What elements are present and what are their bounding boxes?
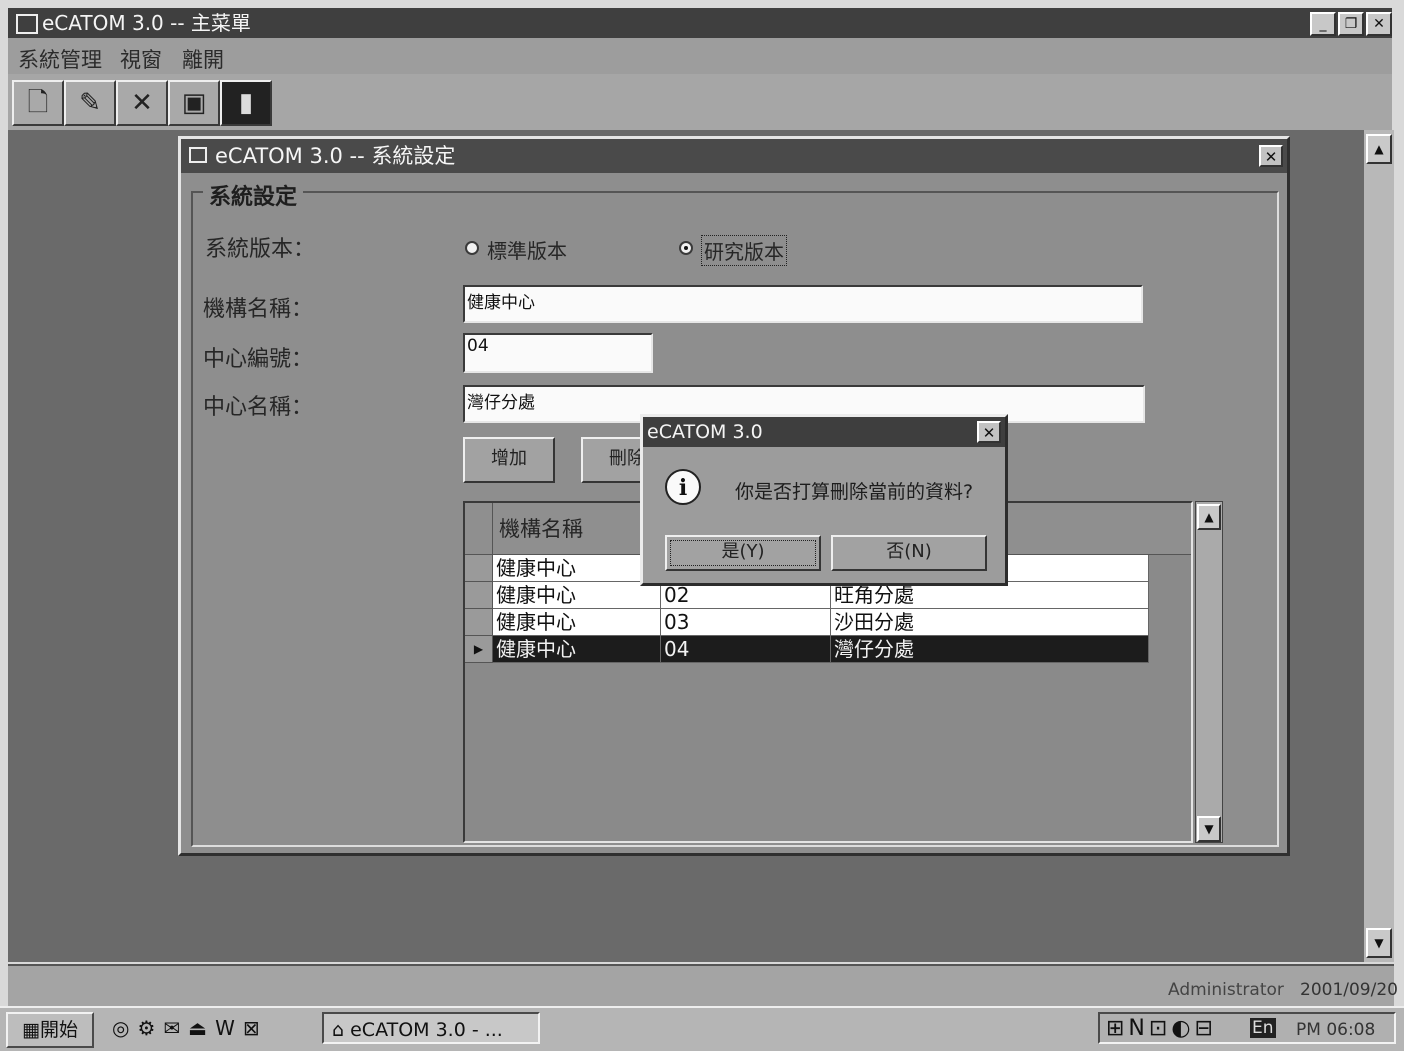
center-name-label: 中心名稱： (203, 395, 314, 420)
row-selector[interactable] (465, 555, 493, 582)
status-user: Administrator (1168, 980, 1284, 1000)
grid-cell-selected[interactable]: 04 (661, 636, 831, 663)
delete-icon[interactable]: ✕ (116, 80, 168, 126)
start-label: 開始 (39, 1019, 78, 1041)
main-title-bar[interactable]: eCATOM 3.0 -- 主菜單 _ ❐ ✕ (8, 8, 1392, 38)
language-indicator[interactable]: En (1250, 1018, 1276, 1038)
info-icon: i (665, 469, 701, 505)
browser-icon[interactable]: ◎ (112, 1016, 137, 1040)
minimize-button[interactable]: _ (1310, 12, 1336, 36)
taskbar: ▦開始 ◎⚙✉⏏W⊠ ⌂ eCATOM 3.0 - ... ⊞N⊡◐⊟ En P… (0, 1006, 1404, 1051)
version-label: 系統版本： (205, 237, 316, 262)
add-button[interactable]: 增加 (463, 437, 555, 483)
settings-close-icon[interactable]: ✕ (1259, 145, 1283, 167)
workspace-scrollbar[interactable]: ▲ ▼ (1364, 130, 1394, 962)
main-window-title: eCATOM 3.0 -- 主菜單 (42, 11, 251, 35)
app-task-icon: ⌂ (332, 1019, 345, 1041)
radio-standard-version[interactable] (465, 241, 479, 255)
system-tray: ⊞N⊡◐⊟ En PM 06:08 (1098, 1012, 1396, 1044)
grid-cell[interactable]: 健康中心 (493, 609, 661, 636)
settings-window-icon (189, 147, 207, 163)
menu-bar: 系統管理 視窗 離開 (8, 38, 1392, 74)
dialog-close-icon[interactable]: ✕ (977, 421, 1001, 443)
grid-cell[interactable]: 健康中心 (493, 582, 661, 609)
grid-header-org-name: 機構名稱 (499, 517, 583, 541)
grid-cell[interactable]: 健康中心 (493, 555, 661, 582)
settings-title-bar[interactable]: eCATOM 3.0 -- 系統設定 ✕ (181, 139, 1287, 173)
start-button[interactable]: ▦開始 (6, 1012, 94, 1048)
center-code-field[interactable]: 04 (463, 333, 653, 373)
tray-icons[interactable]: ⊞N⊡◐⊟ (1106, 1016, 1217, 1041)
menu-exit[interactable]: 離開 (182, 44, 224, 74)
grid-scrollbar[interactable]: ▲ ▼ (1195, 501, 1223, 843)
grid-cell-selected[interactable]: 灣仔分處 (831, 636, 1149, 663)
center-code-label: 中心編號： (203, 347, 314, 372)
outlook-icon[interactable]: ✉ (163, 1016, 188, 1040)
grid-corner (465, 503, 493, 555)
radio-research-label: 研究版本 (701, 235, 787, 266)
status-bar: Administrator 2001/09/20 (8, 964, 1398, 1006)
dialog-title: eCATOM 3.0 (647, 421, 763, 443)
exit-door-icon[interactable]: ▮ (220, 80, 272, 126)
no-button[interactable]: 否(N) (831, 535, 987, 571)
quick-launch: ◎⚙✉⏏W⊠ (112, 1016, 268, 1040)
yes-button[interactable]: 是(Y) (665, 535, 821, 571)
new-document-icon[interactable]: 🗋 (12, 80, 64, 126)
confirm-dialog: eCATOM 3.0 ✕ i 你是否打算刪除當前的資料? 是(Y) 否(N) (640, 414, 1008, 586)
radio-research-version[interactable] (679, 241, 693, 255)
network-icon[interactable]: ⚙ (137, 1016, 163, 1040)
save-icon[interactable]: ▣ (168, 80, 220, 126)
menu-window[interactable]: 視窗 (120, 44, 162, 74)
restore-button[interactable]: ❐ (1338, 12, 1364, 36)
row-selector[interactable] (465, 582, 493, 609)
org-name-field[interactable]: 健康中心 (463, 285, 1143, 323)
status-date: 2001/09/20 (1300, 980, 1398, 1000)
org-name-label: 機構名稱： (203, 297, 314, 322)
windows-logo-icon: ▦ (22, 1019, 40, 1041)
group-title: 系統設定 (203, 179, 304, 211)
row-selector[interactable] (465, 609, 493, 636)
scroll-down-icon[interactable]: ▼ (1366, 928, 1392, 958)
grid-scroll-up-icon[interactable]: ▲ (1197, 504, 1221, 530)
app-icon (16, 14, 38, 34)
dialog-title-bar[interactable]: eCATOM 3.0 ✕ (643, 417, 1005, 447)
grid-cell[interactable]: 旺角分處 (831, 582, 1149, 609)
toolbar: 🗋 ✎ ✕ ▣ ▮ (8, 74, 1392, 132)
menu-system-management[interactable]: 系統管理 (18, 44, 102, 74)
grid-cell[interactable]: 03 (661, 609, 831, 636)
close-button[interactable]: ✕ (1366, 12, 1392, 36)
scroll-up-icon[interactable]: ▲ (1366, 134, 1392, 164)
dialog-message: 你是否打算刪除當前的資料? (735, 481, 974, 503)
excel-icon[interactable]: ⊠ (243, 1016, 268, 1040)
settings-window-title: eCATOM 3.0 -- 系統設定 (215, 144, 456, 168)
taskbar-clock: PM 06:08 (1296, 1020, 1376, 1040)
grid-cell[interactable]: 02 (661, 582, 831, 609)
grid-cell-selected[interactable]: 健康中心 (493, 636, 661, 663)
word-icon[interactable]: W (215, 1016, 243, 1040)
edit-document-icon[interactable]: ✎ (64, 80, 116, 126)
current-row-arrow-icon[interactable]: ▶ (465, 636, 493, 663)
task-label: eCATOM 3.0 - ... (350, 1019, 503, 1041)
taskbar-ecatom-button[interactable]: ⌂ eCATOM 3.0 - ... (322, 1012, 540, 1044)
grid-cell[interactable]: 沙田分處 (831, 609, 1149, 636)
grid-scroll-down-icon[interactable]: ▼ (1197, 816, 1221, 842)
eject-icon[interactable]: ⏏ (188, 1016, 215, 1040)
radio-standard-label: 標準版本 (487, 239, 567, 263)
